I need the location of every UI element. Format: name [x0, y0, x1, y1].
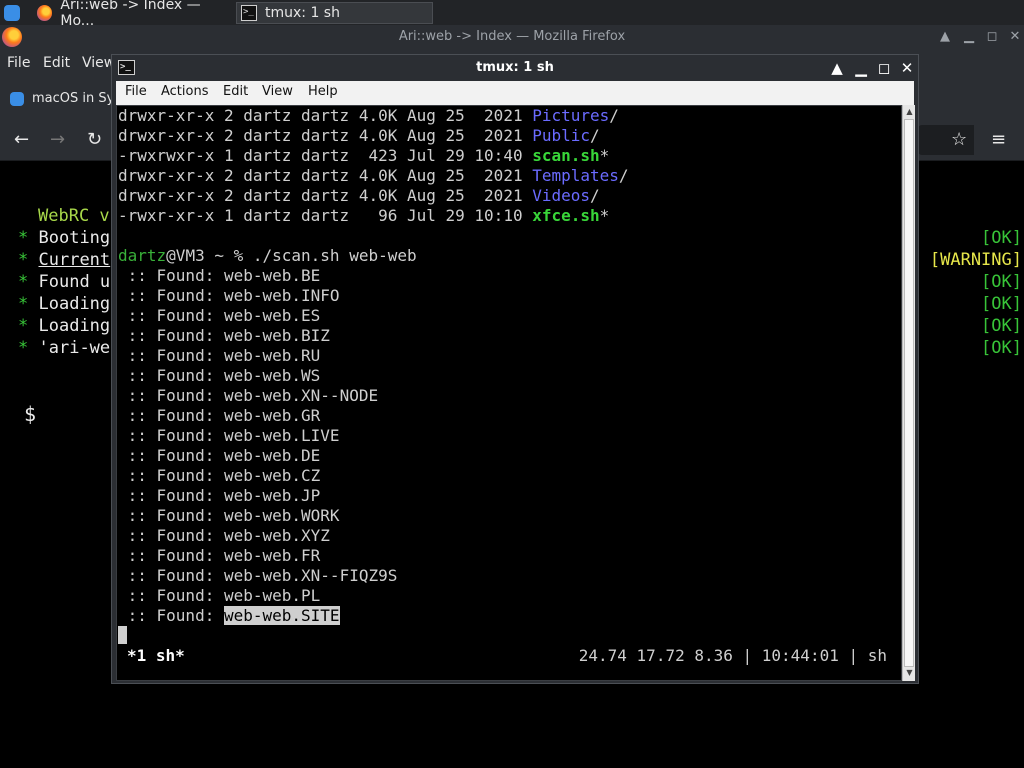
found-line: :: Found: web-web.WORK: [118, 506, 340, 525]
found-line: :: Found: web-web.XYZ: [118, 526, 330, 545]
found-line: :: Found: web-web.ES: [118, 306, 321, 325]
taskbar-tmux-button[interactable]: >_ tmux: 1 sh: [236, 2, 433, 24]
scrollbar-thumb[interactable]: [904, 119, 914, 667]
status-ok: [OK]: [981, 294, 1022, 314]
found-line: :: Found: web-web.BIZ: [118, 326, 330, 345]
terminal-minimize-icon[interactable]: ▁: [850, 55, 872, 81]
firefox-icon: [37, 5, 53, 21]
firefox-window-title: Ari::web -> Index — Mozilla Firefox: [398, 29, 626, 44]
taskbar: Ari::web -> Index — Mo... >_ tmux: 1 sh: [0, 0, 1024, 29]
found-line: :: Found: web-web.GR: [118, 406, 321, 425]
found-line: :: Found: web-web.XN--NODE: [118, 386, 379, 405]
taskbar-tmux-label: tmux: 1 sh: [265, 5, 340, 21]
boot-line: * Booting: [18, 228, 111, 248]
terminal-screen[interactable]: drwxr-xr-x 2 dartz dartz 4.0K Aug 25 202…: [116, 105, 902, 681]
found-line: :: Found: web-web.BE: [118, 266, 321, 285]
status-ok: [OK]: [981, 316, 1022, 336]
terminal-titlebar[interactable]: >_ tmux: 1 sh ▲ ▁ ◻ ✕: [112, 55, 918, 81]
found-line: :: Found: web-web.PL: [118, 586, 321, 605]
firefox-menu-edit[interactable]: Edit: [43, 55, 70, 71]
found-line: :: Found: web-web.XN--FIQZ9S: [118, 566, 398, 585]
boot-line: * Loading: [18, 294, 111, 314]
terminal-shade-icon[interactable]: ▲: [826, 55, 848, 81]
tmux-status-info: 24.74 17.72 8.36 | 10:44:01 | sh: [578, 646, 887, 665]
bookmark-item[interactable]: macOS in Sy: [10, 91, 114, 106]
terminal-icon: >_: [241, 5, 257, 21]
found-line: :: Found: web-web.JP: [118, 486, 321, 505]
firefox-maximize-icon[interactable]: ◻: [981, 25, 1003, 49]
terminal-cursor: [118, 626, 127, 644]
found-line: :: Found: web-web.INFO: [118, 286, 340, 305]
listing-row: drwxr-xr-x 2 dartz dartz 4.0K Aug 25 202…: [118, 126, 600, 145]
console-prompt: $: [24, 402, 37, 426]
firefox-minimize-icon[interactable]: ▲: [934, 25, 956, 49]
tmux-window-indicator[interactable]: *1 sh*: [127, 646, 185, 666]
found-line: :: Found: web-web.WS: [118, 366, 321, 385]
bookmark-star-icon[interactable]: ☆: [951, 129, 967, 150]
scroll-up-icon[interactable]: ▲: [905, 107, 914, 117]
status-warning: [WARNING]: [929, 250, 1022, 270]
taskbar-firefox-button[interactable]: Ari::web -> Index — Mo...: [37, 0, 232, 29]
listing-row: drwxr-xr-x 2 dartz dartz 4.0K Aug 25 202…: [118, 106, 619, 125]
listing-row: -rwxrwxr-x 1 dartz dartz 423 Jul 29 10:4…: [118, 146, 610, 165]
terminal-menu-actions[interactable]: Actions: [161, 84, 209, 99]
terminal-window-icon: >_: [118, 60, 135, 75]
boot-line: * Current: [18, 250, 111, 270]
prompt-user: dartz: [118, 246, 167, 265]
terminal-maximize-icon[interactable]: ◻: [873, 55, 895, 81]
listing-name: Videos: [532, 186, 591, 205]
status-ok: [OK]: [981, 228, 1022, 248]
listing-name: scan.sh: [532, 146, 600, 165]
status-ok: [OK]: [981, 272, 1022, 292]
forward-icon[interactable]: →: [50, 129, 65, 150]
found-line-selected: :: Found: web-web.SITE: [118, 606, 340, 625]
found-line: :: Found: web-web.LIVE: [118, 426, 340, 445]
terminal-window: >_ tmux: 1 sh ▲ ▁ ◻ ✕ File Actions Edit …: [111, 54, 919, 684]
app-menu-icon: [4, 5, 20, 21]
found-line: :: Found: web-web.CZ: [118, 466, 321, 485]
terminal-menu-view[interactable]: View: [262, 84, 293, 99]
listing-name: Templates: [532, 166, 619, 185]
found-line: :: Found: web-web.RU: [118, 346, 321, 365]
terminal-menu-file[interactable]: File: [125, 84, 147, 99]
firefox-shade-icon[interactable]: ▁: [958, 25, 980, 49]
found-line: :: Found: web-web.DE: [118, 446, 321, 465]
status-ok: [OK]: [981, 338, 1022, 358]
bookmark-label: macOS in Sy: [32, 91, 115, 106]
boot-line: * 'ari-we: [18, 338, 111, 358]
terminal-menu-edit[interactable]: Edit: [223, 84, 248, 99]
shell-prompt-line: dartz@VM3 ~ % ./scan.sh web-web: [118, 246, 417, 266]
hamburger-menu-icon[interactable]: ≡: [991, 129, 1006, 150]
listing-name: xfce.sh: [532, 206, 600, 225]
terminal-menubar: File Actions Edit View Help: [116, 81, 914, 105]
app-menu-button[interactable]: [4, 2, 28, 24]
terminal-scrollbar[interactable]: ▲ ▼: [902, 105, 915, 681]
terminal-menu-help[interactable]: Help: [308, 84, 338, 99]
listing-name: Pictures: [532, 106, 610, 125]
terminal-close-icon[interactable]: ✕: [896, 55, 918, 81]
listing-row: -rwxr-xr-x 1 dartz dartz 96 Jul 29 10:10…: [118, 206, 610, 225]
found-line: :: Found: web-web.FR: [118, 546, 321, 565]
listing-name: Public: [532, 126, 591, 145]
firefox-menu-file[interactable]: File: [7, 55, 30, 71]
scroll-down-icon[interactable]: ▼: [905, 668, 914, 678]
console-title: WebRC v: [38, 206, 110, 226]
finder-icon: [10, 91, 24, 106]
listing-row: drwxr-xr-x 2 dartz dartz 4.0K Aug 25 202…: [118, 186, 600, 205]
terminal-window-title: tmux: 1 sh: [476, 60, 554, 75]
firefox-logo-icon: [2, 27, 22, 47]
back-icon[interactable]: ←: [14, 129, 29, 150]
prompt-command: @VM3 ~ % ./scan.sh web-web: [166, 246, 417, 265]
boot-line: * Loading: [18, 316, 111, 336]
reload-icon[interactable]: ↻: [87, 129, 102, 150]
listing-row: drwxr-xr-x 2 dartz dartz 4.0K Aug 25 202…: [118, 166, 629, 185]
firefox-titlebar: Ari::web -> Index — Mozilla Firefox ▲ ▁ …: [0, 25, 1024, 49]
selected-text: web-web.SITE: [223, 606, 340, 625]
firefox-close-icon[interactable]: ✕: [1004, 25, 1024, 49]
boot-line: * Found u: [18, 272, 111, 292]
